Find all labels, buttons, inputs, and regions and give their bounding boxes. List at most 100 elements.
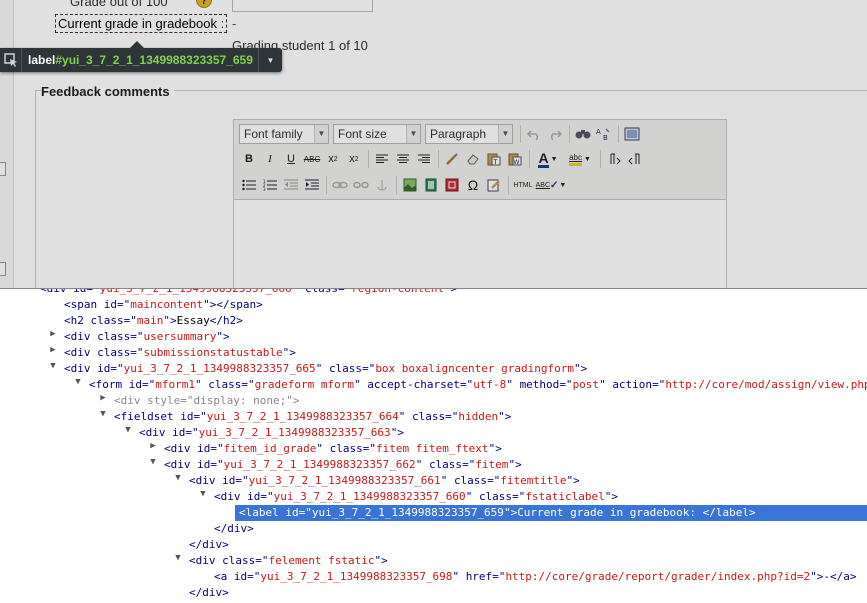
unlink-icon[interactable] [351,175,371,195]
fullscreen-icon[interactable] [622,124,642,144]
markup-node[interactable]: </div> [214,521,254,537]
markup-token [422,458,429,471]
markup-attr-value: main [136,314,164,327]
tree-twisty-icon[interactable]: ▶ [98,393,108,409]
text-color-icon[interactable]: A ▼ [533,149,563,169]
tree-twisty-icon[interactable]: ▼ [173,473,183,489]
markup-node[interactable]: <div id="fitem_id_grade" class="fitem fi… [164,441,502,457]
markup-token: =" [298,506,312,519]
markup-node[interactable]: <div id="yui_3_7_2_1_1349988323357_662" … [164,457,522,473]
current-grade-link[interactable]: - [232,16,236,31]
find-icon[interactable] [573,124,593,144]
tree-twisty-icon[interactable]: ▼ [73,377,83,393]
tree-twisty-icon[interactable]: ▼ [148,457,158,473]
tree-twisty-icon[interactable]: ▼ [98,409,108,425]
markup-attr-name: class [453,474,488,487]
markup-attr-name: id [103,298,117,311]
tree-twisty-icon[interactable]: ▼ [24,289,34,297]
outdent-icon[interactable] [281,175,301,195]
markup-text-content: Current grade in gradebook: [517,506,703,519]
html-source-icon[interactable]: HTML [512,175,534,195]
markup-tag-name: a [843,570,850,583]
indent-icon[interactable] [302,175,322,195]
anchor-icon[interactable] [372,175,392,195]
chevron-down-icon[interactable]: ▼ [258,48,282,72]
bold-icon[interactable]: B [239,149,259,169]
special-character-icon[interactable]: Ω [463,175,483,195]
markup-token: > [450,288,458,295]
highlight-color-icon[interactable]: abc ▼ [564,149,596,169]
replace-icon[interactable]: AB [594,124,614,144]
ltr-icon[interactable] [604,149,624,169]
edit-document-icon[interactable] [484,175,504,195]
markup-token: < [40,288,47,295]
bullet-list-icon[interactable] [239,175,259,195]
font-family-select[interactable]: Font family ▼ [239,124,329,144]
markup-token: < [189,538,196,551]
tree-twisty-icon[interactable]: ▼ [198,489,208,505]
markup-token: </ [829,570,844,583]
align-right-icon[interactable] [414,149,434,169]
paste-text-icon[interactable]: T [484,149,504,169]
redo-icon[interactable] [545,124,565,144]
markup-token: < [164,458,171,471]
markup-node[interactable]: <div style="display: none;"> [114,393,299,409]
eraser-icon[interactable] [463,149,483,169]
markup-node[interactable]: <div id="yui_3_7_2_1_1349988323357_665" … [64,361,587,377]
clean-up-icon[interactable] [442,149,462,169]
help-icon[interactable]: ? [196,0,212,8]
markup-node[interactable]: <div class="felement fstatic"> [189,553,388,569]
markup-node[interactable]: <span id="maincontent"></span> [64,297,263,313]
numbered-list-icon[interactable]: 123 [260,175,280,195]
grade-input[interactable] [232,0,373,12]
markup-node[interactable]: <form id="mform1" class="gradeform mform… [89,377,867,393]
markup-node[interactable]: <div class="usersummary"> [64,329,230,345]
italic-icon[interactable]: I [260,149,280,169]
markup-node[interactable]: <fieldset id="yui_3_7_2_1_1349988323357_… [114,409,511,425]
markup-node[interactable]: <h2 class="main">Essay</h2> [64,313,243,329]
toolbar-separator [368,150,369,168]
image-icon[interactable] [400,175,420,195]
markup-node[interactable]: <div id="yui_3_7_2_1_1349988323357_661" … [189,473,580,489]
align-left-icon[interactable] [372,149,392,169]
markup-node[interactable]: <div id="yui_3_7_2_1_1349988323357_663"> [139,425,404,441]
markup-node[interactable]: <div class="submissionstatustable"> [64,345,296,361]
subscript-icon[interactable]: x2 [323,149,343,169]
strikethrough-icon[interactable]: ABC [302,149,322,169]
markup-tag-name: h2 [70,314,84,327]
font-size-select[interactable]: Font size ▼ [333,124,421,144]
tree-twisty-icon[interactable]: ▶ [48,345,58,361]
markup-node[interactable]: <div id="yui_3_7_2_1_1349988323357_666" … [40,288,458,297]
tree-twisty-icon[interactable]: ▶ [148,441,158,457]
manage-files-icon[interactable] [442,175,462,195]
markup-token: > [573,474,580,487]
tree-twisty-icon[interactable]: ▶ [48,329,58,345]
align-center-icon[interactable] [393,149,413,169]
undo-icon[interactable] [524,124,544,144]
tree-twisty-icon[interactable]: ▼ [173,553,183,569]
markup-token [84,314,91,327]
underline-icon[interactable]: U [281,149,301,169]
rtl-icon[interactable] [625,149,645,169]
markup-token: " [316,442,323,455]
media-icon[interactable] [421,175,441,195]
element-picker-icon[interactable] [0,48,22,72]
editor-text-area[interactable] [234,199,726,288]
paste-word-icon[interactable]: W [505,149,525,169]
tree-twisty-icon[interactable]: ▼ [123,425,133,441]
inspector-element-id: #yui_3_7_2_1_1349988323357_659 [55,53,253,67]
tree-twisty-icon[interactable]: ▼ [48,361,58,377]
markup-token: " [810,570,817,583]
markup-token: < [164,442,171,455]
markup-node[interactable]: </div> [189,537,229,553]
markup-token: =" [142,378,156,391]
markup-node[interactable]: <div id="yui_3_7_2_1_1349988323357_660" … [214,489,618,505]
markup-attr-name: href [465,570,493,583]
markup-node[interactable]: <a id="yui_3_7_2_1_1349988323357_698" hr… [214,569,856,585]
markup-node[interactable]: </div> [189,585,229,601]
paragraph-select[interactable]: Paragraph ▼ [425,124,513,144]
link-icon[interactable] [330,175,350,195]
superscript-icon[interactable]: x2 [344,149,364,169]
selected-markup-node[interactable]: <label id="yui_3_7_2_1_1349988323357_659… [235,505,867,521]
spellcheck-icon[interactable]: ABC ✓ ▼ [535,175,567,195]
